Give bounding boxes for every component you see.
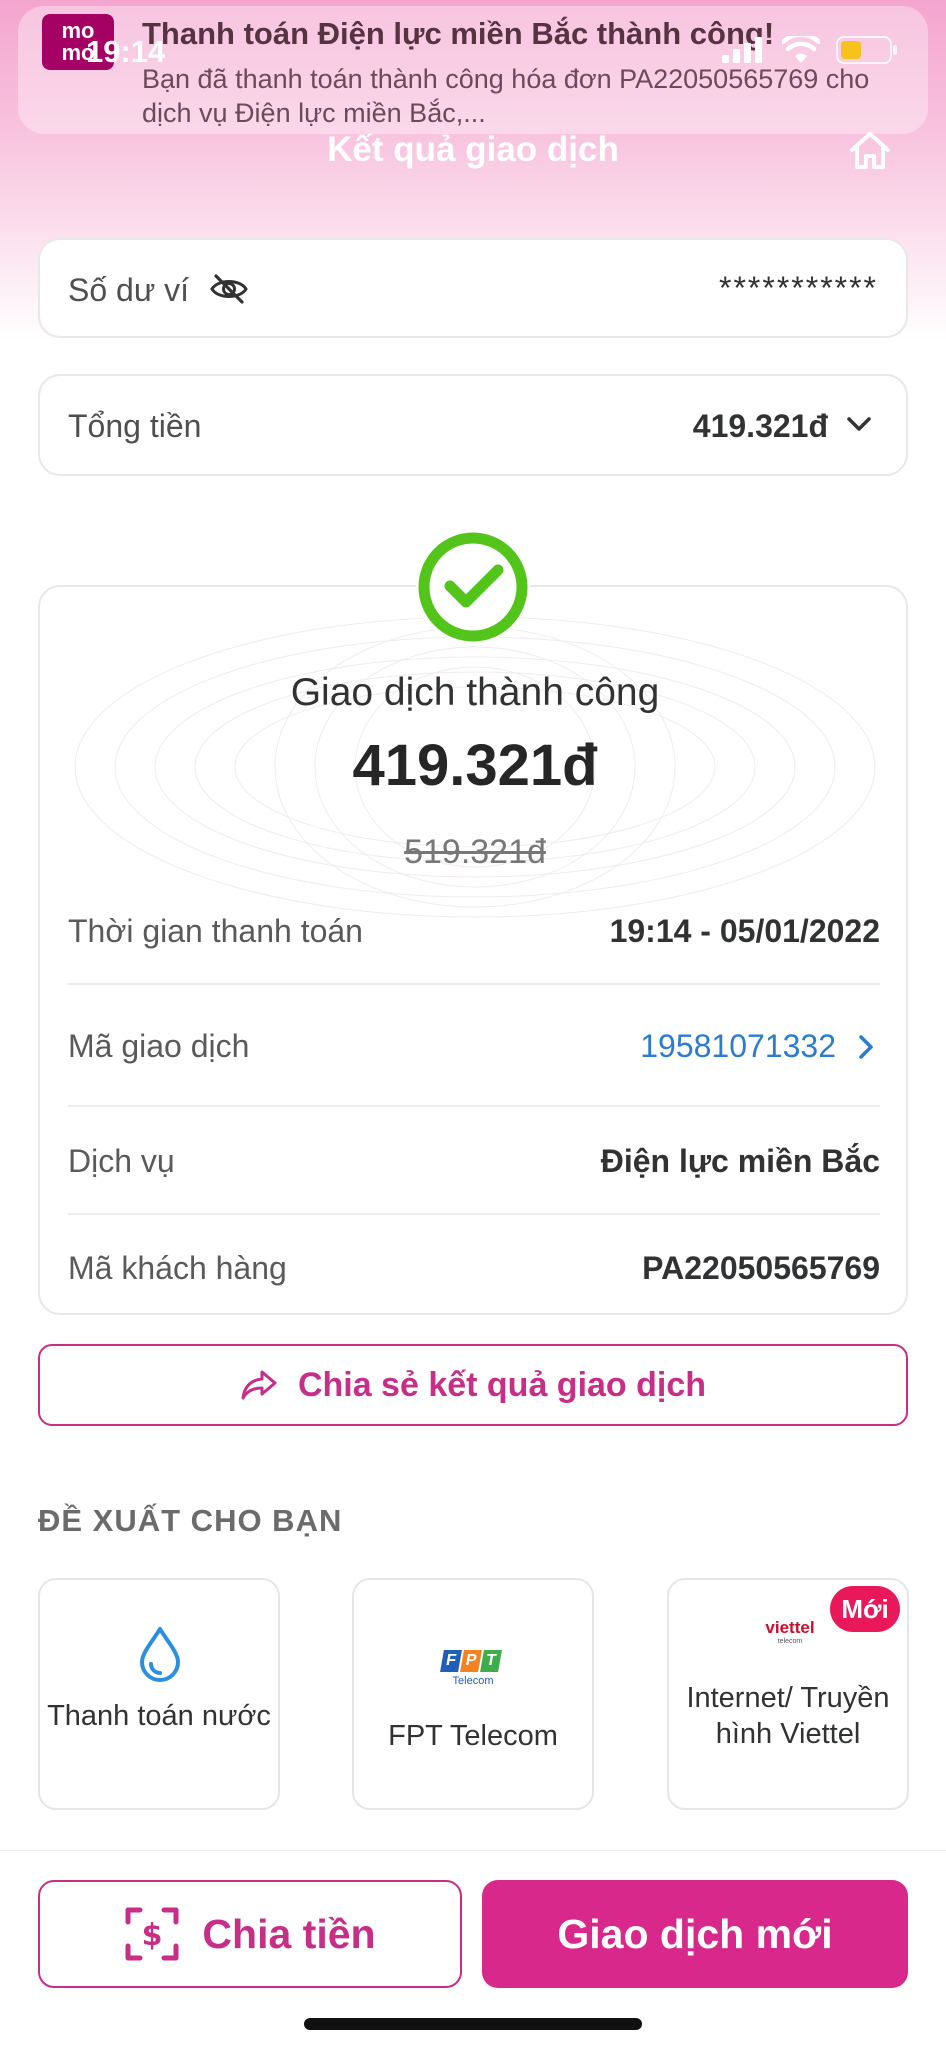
- transaction-id-value[interactable]: 19581071332: [640, 1028, 836, 1065]
- page-title: Kết quả giao dịch: [327, 130, 619, 169]
- transaction-amount: 419.321đ: [352, 733, 598, 798]
- status-icons: [722, 36, 898, 64]
- transaction-status: Giao dịch thành công: [290, 671, 660, 714]
- split-bill-label: Chia tiền: [202, 1910, 376, 1957]
- fpt-logo-letter: P: [460, 1650, 482, 1672]
- detail-row-transaction-id[interactable]: Mã giao dịch 19581071332: [68, 1028, 880, 1128]
- eye-off-icon[interactable]: [210, 274, 248, 304]
- new-transaction-label: Giao dịch mới: [557, 1910, 833, 1957]
- divider: [68, 983, 880, 985]
- wallet-balance-value: ***********: [719, 270, 878, 306]
- service-label: Dịch vụ: [68, 1143, 175, 1179]
- customer-id-label: Mã khách hàng: [68, 1250, 287, 1286]
- water-drop-icon: [140, 1627, 180, 1682]
- wifi-icon: [782, 36, 820, 63]
- wallet-balance-label: Số dư ví: [68, 272, 190, 308]
- signal-icon: [722, 37, 762, 63]
- suggestion-label: Internet/ Truyền hình Viettel: [686, 1682, 890, 1750]
- split-money-icon: $: [125, 1907, 179, 1961]
- fpt-logo-letter: T: [480, 1650, 502, 1672]
- battery-icon: [836, 36, 897, 64]
- viettel-logo: viettel telecom: [755, 1618, 825, 1645]
- transaction-id-label: Mã giao dịch: [68, 1028, 250, 1064]
- suggestion-water-payment[interactable]: Thanh toán nước: [38, 1578, 280, 1810]
- customer-id-value: PA22050565769: [642, 1250, 880, 1286]
- payment-time-label: Thời gian thanh toán: [68, 913, 363, 949]
- suggestion-label: Thanh toán nước: [47, 1700, 271, 1732]
- suggestion-label: FPT Telecom: [388, 1720, 558, 1752]
- divider: [68, 1213, 880, 1215]
- viettel-logo-text: viettel: [765, 1618, 815, 1637]
- share-icon: [241, 1370, 277, 1400]
- share-label: Chia sẻ kết quả giao dịch: [297, 1365, 707, 1404]
- fpt-logo-sub: Telecom: [452, 1675, 494, 1687]
- home-indicator: [304, 2018, 642, 2030]
- chevron-right-icon[interactable]: [858, 1034, 874, 1060]
- new-badge: Mới: [830, 1586, 900, 1632]
- divider: [68, 1105, 880, 1107]
- share-result-button[interactable]: Chia sẻ kết quả giao dịch: [38, 1344, 908, 1426]
- detail-row-payment-time: Thời gian thanh toán 19:14 - 05/01/2022: [68, 913, 880, 1013]
- chevron-down-icon[interactable]: [846, 416, 872, 434]
- new-transaction-button[interactable]: Giao dịch mới: [482, 1880, 908, 1988]
- payment-time-value: 19:14 - 05/01/2022: [609, 913, 880, 949]
- wallet-balance-card: Số dư ví ***********: [38, 238, 908, 338]
- detail-row-service: Dịch vụ Điện lực miền Bắc: [68, 1143, 880, 1243]
- svg-text:$: $: [142, 1918, 163, 1953]
- viettel-logo-sub: telecom: [777, 1638, 803, 1645]
- success-check-icon: [416, 530, 530, 644]
- status-bar: 19:14: [0, 0, 946, 110]
- original-amount: 519.321đ: [404, 833, 546, 871]
- suggestion-fpt-telecom[interactable]: F P T Telecom FPT Telecom: [352, 1578, 594, 1810]
- total-value: 419.321đ: [692, 408, 828, 444]
- transaction-result-card: Giao dịch thành công 419.321đ 519.321đ T…: [38, 585, 908, 1315]
- suggestions-title: ĐỀ XUẤT CHO BẠN: [38, 1503, 343, 1538]
- total-label: Tổng tiền: [68, 408, 202, 444]
- status-time: 19:14: [86, 34, 166, 69]
- total-amount-card[interactable]: Tổng tiền 419.321đ: [38, 374, 908, 476]
- service-value: Điện lực miền Bắc: [600, 1143, 880, 1179]
- detail-row-customer-id: Mã khách hàng PA22050565769: [68, 1250, 880, 1313]
- fpt-logo-letter: F: [440, 1650, 462, 1672]
- home-icon[interactable]: [848, 130, 892, 170]
- fpt-telecom-logo: F P T Telecom: [440, 1650, 504, 1687]
- split-bill-button[interactable]: $ Chia tiền: [38, 1880, 462, 1988]
